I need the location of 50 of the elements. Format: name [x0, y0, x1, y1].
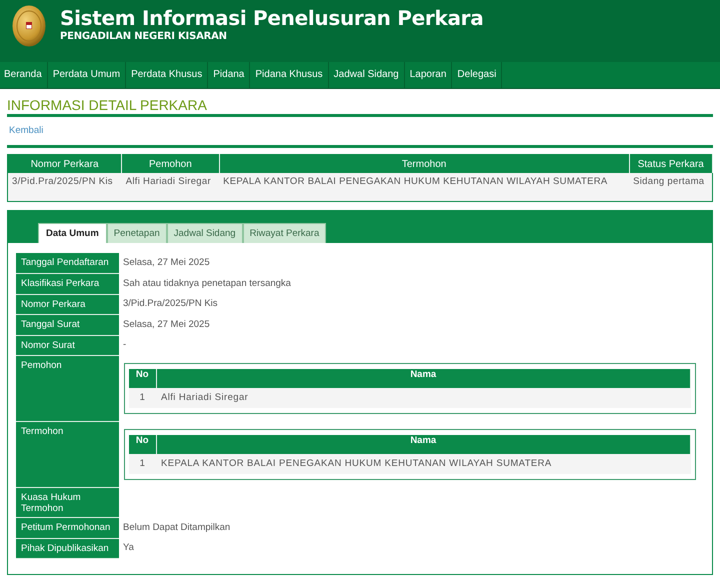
field-label: Termohon: [16, 422, 119, 488]
table-cell: 1: [129, 388, 156, 408]
column-header: Pemohon: [122, 154, 220, 173]
field-value: Ya: [119, 538, 705, 558]
field-value: Selasa, 27 Mei 2025: [119, 314, 705, 335]
tab[interactable]: Data Umum: [38, 223, 107, 243]
page-title: INFORMASI DETAIL PERKARA: [7, 97, 208, 113]
field-label: Petitum Permohonan: [16, 518, 119, 538]
column-header: Status Perkara: [629, 154, 712, 173]
nav-link[interactable]: Laporan: [404, 62, 452, 88]
column-header: Nomor Perkara: [8, 154, 122, 173]
column-header: Termohon: [219, 154, 630, 173]
field-label: Pihak Dipublikasikan: [16, 538, 119, 558]
tab[interactable]: Jadwal Sidang: [166, 223, 243, 243]
column-header: Nama: [156, 434, 690, 454]
field-label: Pemohon: [16, 356, 119, 422]
tab[interactable]: Riwayat Perkara: [242, 223, 326, 243]
table-cell: KEPALA KANTOR BALAI PENEGAKAN HUKUM KEHUTANAN WILAYAH SUMATERA: [219, 173, 630, 202]
nav-link[interactable]: Pidana Khusus: [250, 62, 329, 88]
nav-link[interactable]: Perdata Umum: [48, 62, 126, 88]
table-cell: Alfi Hariadi Siregar: [122, 173, 220, 202]
table-cell: 3/Pid.Pra/2025/PN Kis: [8, 173, 122, 202]
field-label: Nomor Surat: [16, 335, 119, 356]
column-header: No: [129, 434, 156, 454]
emblem-logo: [12, 5, 46, 47]
table-cell: Sidang pertama: [629, 173, 712, 202]
field-label: Tanggal Pendaftaran: [16, 253, 119, 274]
table-cell: Alfi Hariadi Siregar: [156, 388, 690, 408]
site-subtitle: PENGADILAN NEGERI KISARAN: [60, 30, 228, 44]
field-label: Tanggal Surat: [16, 314, 119, 335]
nav-link[interactable]: Pidana: [208, 62, 250, 88]
nav-link[interactable]: Delegasi: [452, 62, 502, 88]
nav-link[interactable]: Perdata Khusus: [126, 62, 208, 88]
field-value: Belum Dapat Ditampilkan: [119, 518, 705, 538]
field-value: Selasa, 27 Mei 2025: [119, 253, 705, 274]
field-value: -: [119, 335, 705, 356]
field-label: Klasifikasi Perkara: [16, 274, 119, 294]
field-value: Sah atau tidaknya penetapan tersangka: [119, 274, 705, 294]
site-title: Sistem Informasi Penelusuran Perkara: [60, 6, 484, 30]
table-cell: 1: [129, 454, 156, 474]
nav-link[interactable]: Beranda: [0, 62, 48, 88]
nav-link[interactable]: Jadwal Sidang: [328, 62, 405, 88]
field-label: Nomor Perkara: [16, 294, 119, 314]
field-label: Kuasa Hukum Termohon: [16, 488, 119, 518]
column-header: No: [129, 368, 156, 388]
tab[interactable]: Penetapan: [106, 223, 167, 243]
field-value: 3/Pid.Pra/2025/PN Kis: [119, 294, 705, 314]
table-cell: KEPALA KANTOR BALAI PENEGAKAN HUKUM KEHUTANAN WILAYAH SUMATERA: [156, 454, 690, 474]
back-link[interactable]: Kembali: [9, 125, 44, 137]
column-header: Nama: [156, 368, 690, 388]
